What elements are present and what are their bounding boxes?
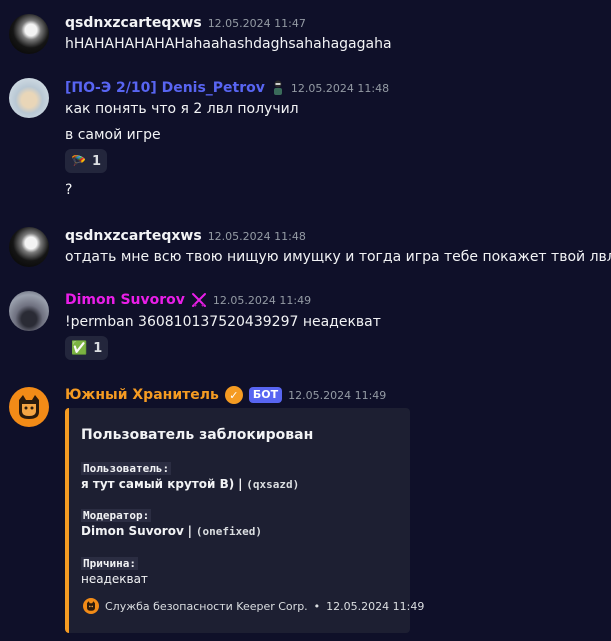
username[interactable]: qsdnxzcarteqxws [65, 228, 202, 244]
username[interactable]: [ПО-Э 2/10] Denis_Petrov [65, 80, 265, 96]
message-text: hHAHAHAHAHAHahaahashdaghsahahagagaha [65, 36, 392, 52]
username[interactable]: Dimon Suvorov [65, 292, 185, 308]
embed-footer: Служба безопасности Keeper Corp. • 12.05… [83, 598, 424, 614]
message-text: отдать мне всю твою нищую имущку и тогда… [65, 249, 611, 265]
avatar[interactable] [9, 14, 49, 54]
avatar[interactable] [9, 387, 49, 427]
embed-user-name: я тут самый крутой В) [81, 477, 235, 491]
timestamp: 12.05.2024 11:48 [207, 229, 306, 243]
timestamp: 12.05.2024 11:49 [212, 293, 312, 307]
message-text: !permban 360810137520439297 неадекват [65, 314, 381, 330]
embed-field-label: Причина: [81, 557, 138, 570]
embed-footer-timestamp: 12.05.2024 11:49 [326, 599, 425, 613]
username[interactable]: Южный Хранитель [65, 387, 219, 403]
embed-reason: неадекват [81, 572, 148, 586]
embed-footer-text: Служба безопасности Keeper Corp. [105, 599, 308, 613]
timestamp: 12.05.2024 11:47 [207, 16, 306, 30]
separator: | [238, 477, 243, 491]
avatar[interactable] [9, 227, 49, 267]
reaction-button[interactable]: 🪂 1 [65, 149, 107, 173]
crossed-swords-icon [191, 292, 207, 308]
separator: | [187, 524, 192, 538]
message-text: как понять что я 2 лвл получил [65, 101, 299, 117]
reaction-count: 1 [91, 153, 101, 169]
character-icon [271, 80, 285, 96]
embed-field-label: Модератор: [81, 509, 152, 522]
parachute-icon: 🪂 [71, 154, 86, 168]
verified-check-icon: ✓ [224, 386, 243, 404]
embed-moderator-name: Dimon Suvorov [81, 524, 184, 538]
message-text: в самой игре [65, 127, 161, 143]
avatar[interactable] [9, 291, 49, 331]
cat-icon [83, 598, 99, 614]
avatar[interactable] [9, 78, 49, 118]
embed-user-code: (qxsazd) [246, 478, 300, 491]
username[interactable]: qsdnxzcarteqxws [65, 15, 202, 31]
reaction-count: 1 [93, 340, 103, 356]
bot-badge: БОТ [248, 387, 283, 403]
embed-moderator-code: (onefixed) [195, 525, 263, 538]
bullet-separator: • [313, 599, 321, 613]
timestamp: 12.05.2024 11:49 [288, 388, 387, 402]
check-mark-icon: ✅ [71, 340, 88, 356]
reaction-button[interactable]: ✅ 1 [65, 336, 109, 360]
embed-title: Пользователь заблокирован [81, 427, 314, 443]
embed-card: Пользователь заблокирован Пользователь: … [65, 408, 424, 633]
cat-icon [19, 395, 39, 419]
message-text: ? [65, 182, 73, 198]
embed-field-label: Пользователь: [81, 462, 172, 475]
timestamp: 12.05.2024 11:48 [290, 81, 390, 95]
